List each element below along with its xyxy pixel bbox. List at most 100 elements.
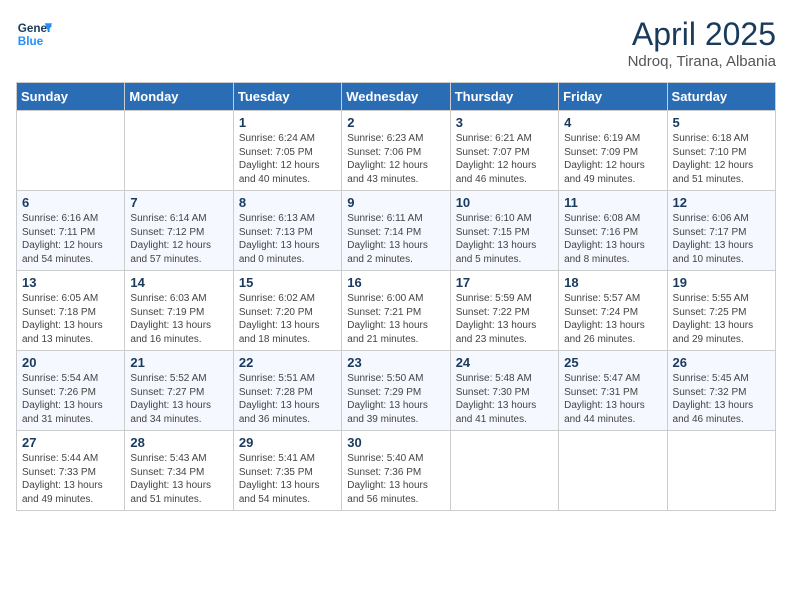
calendar-week-row: 1 Sunrise: 6:24 AM Sunset: 7:05 PM Daylig… (17, 111, 776, 191)
calendar-cell (559, 431, 667, 511)
day-number: 28 (130, 435, 227, 450)
calendar-cell: 27 Sunrise: 5:44 AM Sunset: 7:33 PM Dayli… (17, 431, 125, 511)
calendar-cell: 13 Sunrise: 6:05 AM Sunset: 7:18 PM Dayli… (17, 271, 125, 351)
calendar-cell (667, 431, 775, 511)
title-area: April 2025 Ndroq, Tirana, Albania (628, 16, 776, 70)
day-info: Sunrise: 5:51 AM Sunset: 7:28 PM Dayligh… (239, 372, 336, 426)
calendar-cell: 6 Sunrise: 6:16 AM Sunset: 7:11 PM Daylig… (17, 191, 125, 271)
header: General Blue April 2025 Ndroq, Tirana, A… (16, 16, 776, 70)
day-number: 27 (22, 435, 119, 450)
calendar-cell: 26 Sunrise: 5:45 AM Sunset: 7:32 PM Dayli… (667, 351, 775, 431)
svg-text:Blue: Blue (18, 35, 44, 48)
day-number: 23 (347, 355, 444, 370)
day-number: 26 (673, 355, 770, 370)
calendar-day-header: Tuesday (233, 83, 341, 111)
calendar-cell: 21 Sunrise: 5:52 AM Sunset: 7:27 PM Dayli… (125, 351, 233, 431)
day-number: 15 (239, 275, 336, 290)
month-title: April 2025 (628, 16, 776, 53)
day-info: Sunrise: 6:03 AM Sunset: 7:19 PM Dayligh… (130, 292, 227, 346)
calendar-body: 1 Sunrise: 6:24 AM Sunset: 7:05 PM Daylig… (17, 111, 776, 511)
day-number: 22 (239, 355, 336, 370)
calendar-cell: 24Sunrise: 5:48 AM Sunset: 7:30 PM Dayli… (450, 351, 558, 431)
day-info: Sunrise: 6:14 AM Sunset: 7:12 PM Dayligh… (130, 212, 227, 266)
calendar-cell: 14 Sunrise: 6:03 AM Sunset: 7:19 PM Dayli… (125, 271, 233, 351)
day-info: Sunrise: 5:54 AM Sunset: 7:26 PM Dayligh… (22, 372, 119, 426)
day-info: Sunrise: 5:40 AM Sunset: 7:36 PM Dayligh… (347, 452, 444, 506)
day-number: 25 (564, 355, 661, 370)
day-info: Sunrise: 5:59 AM Sunset: 7:22 PM Dayligh… (456, 292, 553, 346)
day-number: 30 (347, 435, 444, 450)
calendar-day-header: Wednesday (342, 83, 450, 111)
day-number: 2 (347, 115, 444, 130)
calendar-cell: 17 Sunrise: 5:59 AM Sunset: 7:22 PM Dayli… (450, 271, 558, 351)
calendar-cell: 10 Sunrise: 6:10 AM Sunset: 7:15 PM Dayli… (450, 191, 558, 271)
day-info: Sunrise: 6:05 AM Sunset: 7:18 PM Dayligh… (22, 292, 119, 346)
calendar-cell: 1 Sunrise: 6:24 AM Sunset: 7:05 PM Daylig… (233, 111, 341, 191)
day-number: 6 (22, 195, 119, 210)
day-number: 16 (347, 275, 444, 290)
day-number: 14 (130, 275, 227, 290)
day-info: Sunrise: 5:55 AM Sunset: 7:25 PM Dayligh… (673, 292, 770, 346)
day-number: 10 (456, 195, 553, 210)
location: Ndroq, Tirana, Albania (628, 53, 776, 70)
day-info: Sunrise: 6:23 AM Sunset: 7:06 PM Dayligh… (347, 132, 444, 186)
calendar-cell: 11 Sunrise: 6:08 AM Sunset: 7:16 PM Dayli… (559, 191, 667, 271)
day-info: Sunrise: 6:24 AM Sunset: 7:05 PM Dayligh… (239, 132, 336, 186)
day-info: Sunrise: 6:08 AM Sunset: 7:16 PM Dayligh… (564, 212, 661, 266)
calendar-cell: 25 Sunrise: 5:47 AM Sunset: 7:31 PM Dayli… (559, 351, 667, 431)
calendar-cell: 15Sunrise: 6:02 AM Sunset: 7:20 PM Dayli… (233, 271, 341, 351)
calendar-cell: 3 Sunrise: 6:21 AM Sunset: 7:07 PM Daylig… (450, 111, 558, 191)
day-info: Sunrise: 6:00 AM Sunset: 7:21 PM Dayligh… (347, 292, 444, 346)
day-number: 24 (456, 355, 553, 370)
calendar-cell: 2 Sunrise: 6:23 AM Sunset: 7:06 PM Daylig… (342, 111, 450, 191)
day-info: Sunrise: 5:50 AM Sunset: 7:29 PM Dayligh… (347, 372, 444, 426)
day-info: Sunrise: 5:52 AM Sunset: 7:27 PM Dayligh… (130, 372, 227, 426)
calendar-cell: 29Sunrise: 5:41 AM Sunset: 7:35 PM Dayli… (233, 431, 341, 511)
day-info: Sunrise: 5:57 AM Sunset: 7:24 PM Dayligh… (564, 292, 661, 346)
day-number: 7 (130, 195, 227, 210)
calendar-day-header: Thursday (450, 83, 558, 111)
calendar-cell: 20 Sunrise: 5:54 AM Sunset: 7:26 PM Dayli… (17, 351, 125, 431)
day-number: 17 (456, 275, 553, 290)
calendar-cell: 4Sunrise: 6:19 AM Sunset: 7:09 PM Daylig… (559, 111, 667, 191)
day-number: 5 (673, 115, 770, 130)
day-info: Sunrise: 6:21 AM Sunset: 7:07 PM Dayligh… (456, 132, 553, 186)
logo-icon: General Blue (16, 16, 52, 52)
day-info: Sunrise: 5:45 AM Sunset: 7:32 PM Dayligh… (673, 372, 770, 426)
day-number: 20 (22, 355, 119, 370)
day-number: 13 (22, 275, 119, 290)
calendar-week-row: 13 Sunrise: 6:05 AM Sunset: 7:18 PM Dayli… (17, 271, 776, 351)
calendar-cell: 22 Sunrise: 5:51 AM Sunset: 7:28 PM Dayli… (233, 351, 341, 431)
calendar-cell: 28 Sunrise: 5:43 AM Sunset: 7:34 PM Dayli… (125, 431, 233, 511)
day-number: 1 (239, 115, 336, 130)
day-info: Sunrise: 5:41 AM Sunset: 7:35 PM Dayligh… (239, 452, 336, 506)
day-info: Sunrise: 6:16 AM Sunset: 7:11 PM Dayligh… (22, 212, 119, 266)
day-number: 12 (673, 195, 770, 210)
day-number: 8 (239, 195, 336, 210)
calendar-table: SundayMondayTuesdayWednesdayThursdayFrid… (16, 82, 776, 511)
day-info: Sunrise: 6:10 AM Sunset: 7:15 PM Dayligh… (456, 212, 553, 266)
day-number: 3 (456, 115, 553, 130)
day-info: Sunrise: 6:06 AM Sunset: 7:17 PM Dayligh… (673, 212, 770, 266)
calendar-day-header: Friday (559, 83, 667, 111)
calendar-day-header: Monday (125, 83, 233, 111)
calendar-cell (125, 111, 233, 191)
calendar-cell: 12 Sunrise: 6:06 AM Sunset: 7:17 PM Dayli… (667, 191, 775, 271)
calendar-cell: 9Sunrise: 6:11 AM Sunset: 7:14 PM Daylig… (342, 191, 450, 271)
calendar-cell: 23 Sunrise: 5:50 AM Sunset: 7:29 PM Dayli… (342, 351, 450, 431)
calendar-cell: 7 Sunrise: 6:14 AM Sunset: 7:12 PM Daylig… (125, 191, 233, 271)
day-info: Sunrise: 5:43 AM Sunset: 7:34 PM Dayligh… (130, 452, 227, 506)
calendar-cell: 30 Sunrise: 5:40 AM Sunset: 7:36 PM Dayli… (342, 431, 450, 511)
calendar-cell: 5Sunrise: 6:18 AM Sunset: 7:10 PM Daylig… (667, 111, 775, 191)
day-number: 21 (130, 355, 227, 370)
calendar-header-row: SundayMondayTuesdayWednesdayThursdayFrid… (17, 83, 776, 111)
day-info: Sunrise: 5:47 AM Sunset: 7:31 PM Dayligh… (564, 372, 661, 426)
calendar-week-row: 27 Sunrise: 5:44 AM Sunset: 7:33 PM Dayli… (17, 431, 776, 511)
logo: General Blue (16, 16, 52, 52)
day-info: Sunrise: 6:13 AM Sunset: 7:13 PM Dayligh… (239, 212, 336, 266)
day-number: 11 (564, 195, 661, 210)
calendar-week-row: 20 Sunrise: 5:54 AM Sunset: 7:26 PM Dayli… (17, 351, 776, 431)
day-info: Sunrise: 6:11 AM Sunset: 7:14 PM Dayligh… (347, 212, 444, 266)
day-info: Sunrise: 5:44 AM Sunset: 7:33 PM Dayligh… (22, 452, 119, 506)
calendar-day-header: Saturday (667, 83, 775, 111)
